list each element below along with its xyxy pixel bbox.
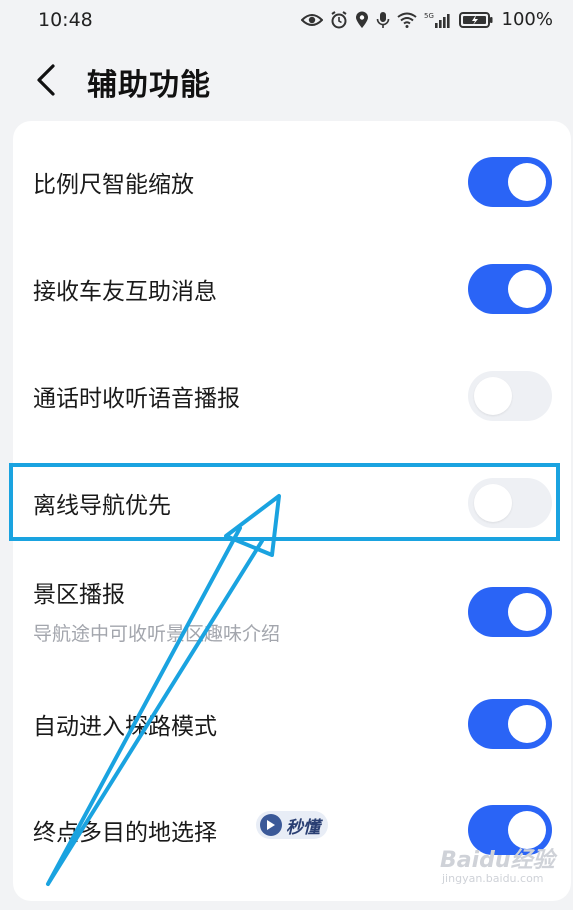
watermark-url: jingyan.baidu.com xyxy=(442,872,544,885)
setting-row-offline-nav: 离线导航优先 xyxy=(13,460,571,550)
toggle-knob xyxy=(508,270,546,308)
eye-icon xyxy=(300,12,323,28)
svg-text:5G: 5G xyxy=(424,12,434,20)
wifi-icon xyxy=(396,12,417,28)
setting-label: 自动进入探路模式 xyxy=(33,714,217,740)
setting-label: 比例尺智能缩放 xyxy=(33,172,194,198)
explore-mode-toggle[interactable] xyxy=(468,699,552,749)
location-icon xyxy=(355,11,369,29)
toggle-knob xyxy=(508,163,546,201)
explainer-badge[interactable]: 秒懂 xyxy=(256,811,328,839)
badge-label: 秒懂 xyxy=(286,817,320,838)
setting-row-call-voice: 通话时收听语音播报 xyxy=(13,353,571,443)
alarm-icon xyxy=(330,10,348,29)
setting-label: 接收车友互助消息 xyxy=(33,279,217,305)
status-icons: 5G 100% xyxy=(300,9,553,30)
setting-label: 终点多目的地选择 xyxy=(33,820,217,846)
setting-row-scale-zoom: 比例尺智能缩放 xyxy=(13,139,571,229)
back-button[interactable] xyxy=(28,58,64,102)
offline-nav-toggle[interactable] xyxy=(468,478,552,528)
setting-row-scenic-broadcast: 景区播报 导航途中可收听景区趣味介绍 xyxy=(13,567,571,667)
settings-card: 比例尺智能缩放 接收车友互助消息 通话时收听语音播报 离线导航优先 景区播报 导… xyxy=(13,121,571,901)
toggle-knob xyxy=(474,377,512,415)
microphone-icon xyxy=(376,11,390,29)
toggle-knob xyxy=(508,705,546,743)
setting-label: 通话时收听语音播报 xyxy=(33,386,240,412)
play-icon xyxy=(260,814,282,836)
toggle-knob xyxy=(508,593,546,631)
setting-row-explore-mode: 自动进入探路模式 xyxy=(13,681,571,771)
scale-zoom-toggle[interactable] xyxy=(468,157,552,207)
toggle-knob xyxy=(474,484,512,522)
signal-5g-icon: 5G xyxy=(424,11,452,29)
baidu-watermark: Baidu经验 jingyan.baidu.com xyxy=(440,842,560,892)
page-title: 辅助功能 xyxy=(87,68,211,103)
battery-icon xyxy=(458,11,493,29)
setting-row-rider-messages: 接收车友互助消息 xyxy=(13,246,571,336)
setting-sublabel: 导航途中可收听景区趣味介绍 xyxy=(33,623,281,645)
setting-label: 景区播报 xyxy=(33,582,125,608)
rider-messages-toggle[interactable] xyxy=(468,264,552,314)
scenic-broadcast-toggle[interactable] xyxy=(468,587,552,637)
battery-percentage: 100% xyxy=(501,9,553,30)
status-time: 10:48 xyxy=(38,9,93,31)
setting-label: 离线导航优先 xyxy=(33,493,171,519)
page-header: 辅助功能 xyxy=(0,52,573,108)
watermark-logo: Baidu经验 xyxy=(440,848,555,873)
call-voice-toggle[interactable] xyxy=(468,371,552,421)
chevron-left-icon xyxy=(37,64,55,96)
status-bar: 10:48 5G 100% xyxy=(0,0,573,40)
